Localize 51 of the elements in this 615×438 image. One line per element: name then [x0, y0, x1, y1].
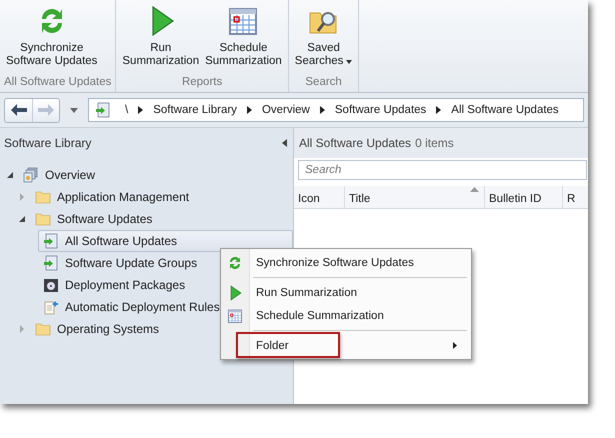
item-count: 0 items: [415, 136, 454, 150]
disc-box-icon: [43, 277, 59, 293]
breadcrumb-item[interactable]: Software Library: [153, 104, 237, 116]
sync-icon: [227, 254, 243, 270]
sort-arrow-icon: [470, 187, 479, 192]
menu-item[interactable]: Folder: [221, 334, 471, 357]
folder-icon: [35, 211, 51, 227]
column-header[interactable]: Bulletin ID: [485, 186, 563, 208]
chevron-icon: [138, 106, 144, 114]
forward-arrow-icon: [37, 103, 55, 117]
column-header[interactable]: Title: [345, 186, 485, 208]
back-arrow-icon: [10, 103, 28, 117]
group-label: Search: [304, 75, 343, 90]
ribbon-button[interactable]: Saved Searches: [292, 5, 354, 74]
menu-item[interactable]: Synchronize Software Updates: [221, 251, 471, 274]
chevron-icon: [436, 106, 442, 114]
tree-item[interactable]: Application Management: [30, 186, 194, 208]
ribbon-button[interactable]: Synchronize Software Updates: [4, 5, 100, 74]
document-arrow-icon: [43, 299, 59, 315]
calendar-icon: [227, 5, 260, 37]
expanded-icon[interactable]: [18, 215, 26, 223]
column-header[interactable]: Icon: [294, 186, 345, 208]
submenu-arrow-icon: [453, 342, 457, 349]
stacked-windows-icon: [23, 167, 39, 183]
chevron-icon: [320, 106, 325, 114]
chevron-icon: [246, 106, 252, 114]
dropdown-caret-icon: [346, 60, 352, 64]
tree-item[interactable]: Deployment Packages: [38, 274, 190, 296]
column-header[interactable]: R: [563, 186, 588, 208]
view-title: All Software Updates: [299, 136, 412, 150]
tree-item[interactable]: All Software Updates: [38, 230, 293, 252]
tree-item[interactable]: Operating Systems: [30, 318, 164, 340]
tree-item[interactable]: Software Updates: [30, 208, 158, 230]
search-field[interactable]: Search: [298, 160, 587, 180]
ribbon-button[interactable]: Run Summarization: [120, 5, 202, 74]
sidebar-title: Software Library: [4, 136, 92, 150]
tree-item[interactable]: Software Update Groups: [38, 252, 202, 274]
folder-icon: [35, 321, 51, 337]
breadcrumb-item[interactable]: Overview: [262, 104, 310, 116]
group-label: Reports: [180, 75, 224, 90]
expanded-icon[interactable]: [6, 171, 14, 179]
tree-item[interactable]: Overview: [18, 164, 100, 186]
calendar-icon: [227, 308, 243, 324]
folder-icon: [35, 189, 51, 205]
ribbon-button[interactable]: Schedule Summarization: [203, 5, 284, 74]
breadcrumb-item[interactable]: \: [125, 104, 128, 116]
breadcrumb-item[interactable]: Software Updates: [334, 104, 426, 116]
group-label: All Software Updates: [4, 75, 112, 90]
breadcrumb-item[interactable]: All Software Updates: [451, 104, 559, 116]
collapse-icon[interactable]: [282, 139, 287, 147]
history-dropdown-icon[interactable]: [70, 108, 78, 112]
